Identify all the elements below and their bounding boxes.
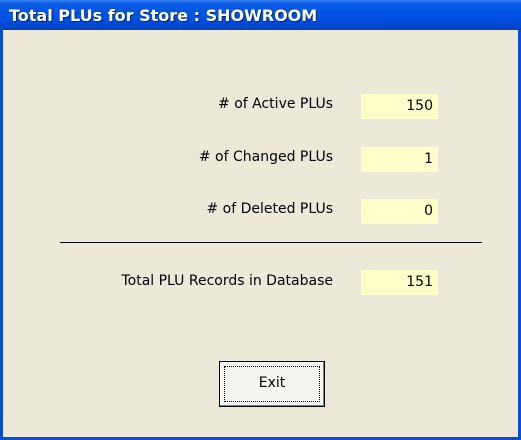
- changed-plus-label: # of Changed PLUs: [198, 149, 333, 165]
- active-plus-value: 150: [361, 94, 438, 119]
- window-title: Total PLUs for Store : SHOWROOM: [9, 6, 318, 25]
- deleted-plus-value: 0: [361, 199, 438, 224]
- exit-button-label: Exit: [258, 375, 286, 391]
- divider-line: [60, 242, 482, 243]
- exit-button[interactable]: Exit: [219, 361, 325, 407]
- changed-plus-value: 1: [361, 147, 438, 172]
- title-bar[interactable]: Total PLUs for Store : SHOWROOM: [0, 0, 521, 30]
- total-records-label: Total PLU Records in Database: [121, 273, 333, 289]
- total-records-value: 151: [361, 270, 438, 295]
- deleted-plus-label: # of Deleted PLUs: [206, 201, 333, 217]
- active-plus-label: # of Active PLUs: [218, 96, 333, 112]
